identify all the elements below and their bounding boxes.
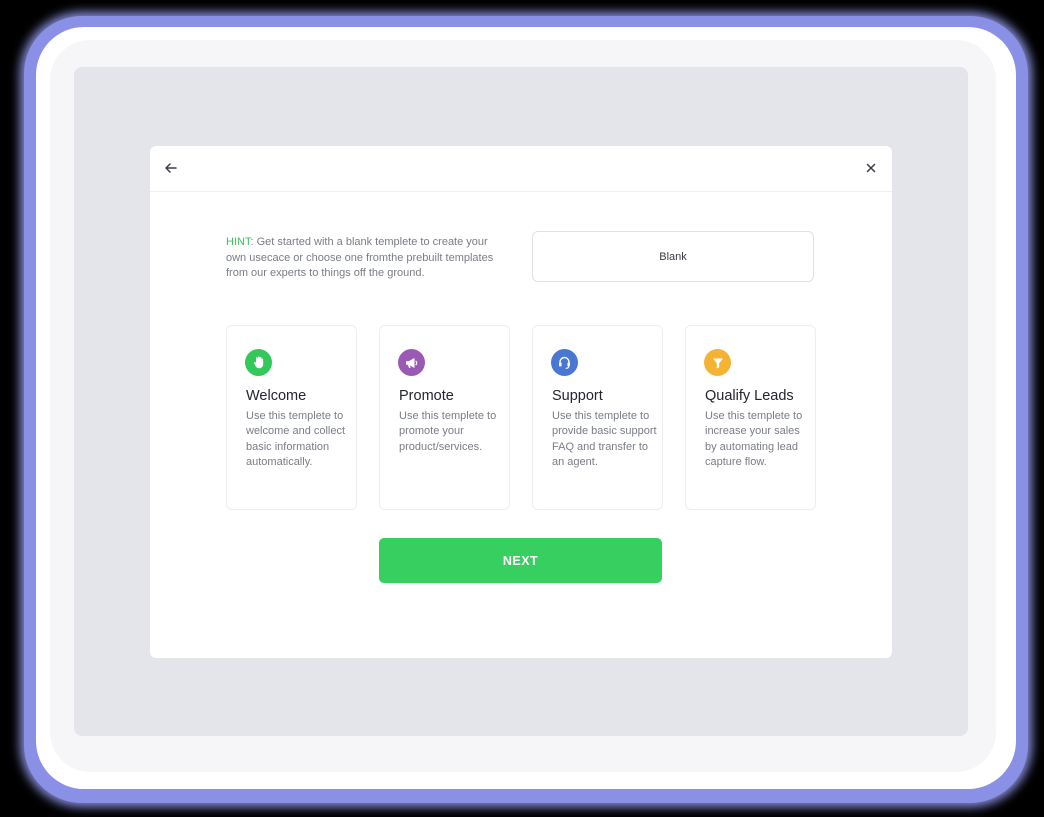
template-card-qualify-leads[interactable]: Qualify Leads Use this templete to incre… xyxy=(685,325,816,510)
hint-label: HINT xyxy=(226,236,251,248)
arrow-left-icon xyxy=(165,163,177,173)
template-description: Use this templete to promote your produc… xyxy=(399,410,497,453)
hint-text: HINT: Get started with a blank templete … xyxy=(226,235,506,282)
template-description: Use this templete to increase your sales… xyxy=(705,410,803,468)
template-title: Welcome xyxy=(246,388,307,404)
megaphone-icon xyxy=(398,349,425,376)
template-title: Support xyxy=(552,388,603,404)
blank-template-button[interactable]: Blank xyxy=(532,231,814,282)
close-button[interactable] xyxy=(862,159,880,177)
template-dialog: HINT: Get started with a blank templete … xyxy=(150,146,892,658)
dialog-header xyxy=(150,146,892,192)
template-title: Qualify Leads xyxy=(705,388,794,404)
hint-body: : Get started with a blank templete to c… xyxy=(226,236,494,279)
template-card-promote[interactable]: Promote Use this templete to promote you… xyxy=(379,325,510,510)
template-card-support[interactable]: Support Use this templete to provide bas… xyxy=(532,325,663,510)
template-title: Promote xyxy=(399,388,454,404)
headset-icon xyxy=(551,349,578,376)
next-button[interactable]: NEXT xyxy=(379,538,662,583)
back-button[interactable] xyxy=(162,159,180,177)
template-card-welcome[interactable]: Welcome Use this templete to welcome and… xyxy=(226,325,357,510)
hand-icon xyxy=(245,349,272,376)
template-description: Use this templete to provide basic suppo… xyxy=(552,410,657,468)
close-icon xyxy=(866,163,876,173)
funnel-icon xyxy=(704,349,731,376)
template-description: Use this templete to welcome and collect… xyxy=(246,410,346,468)
